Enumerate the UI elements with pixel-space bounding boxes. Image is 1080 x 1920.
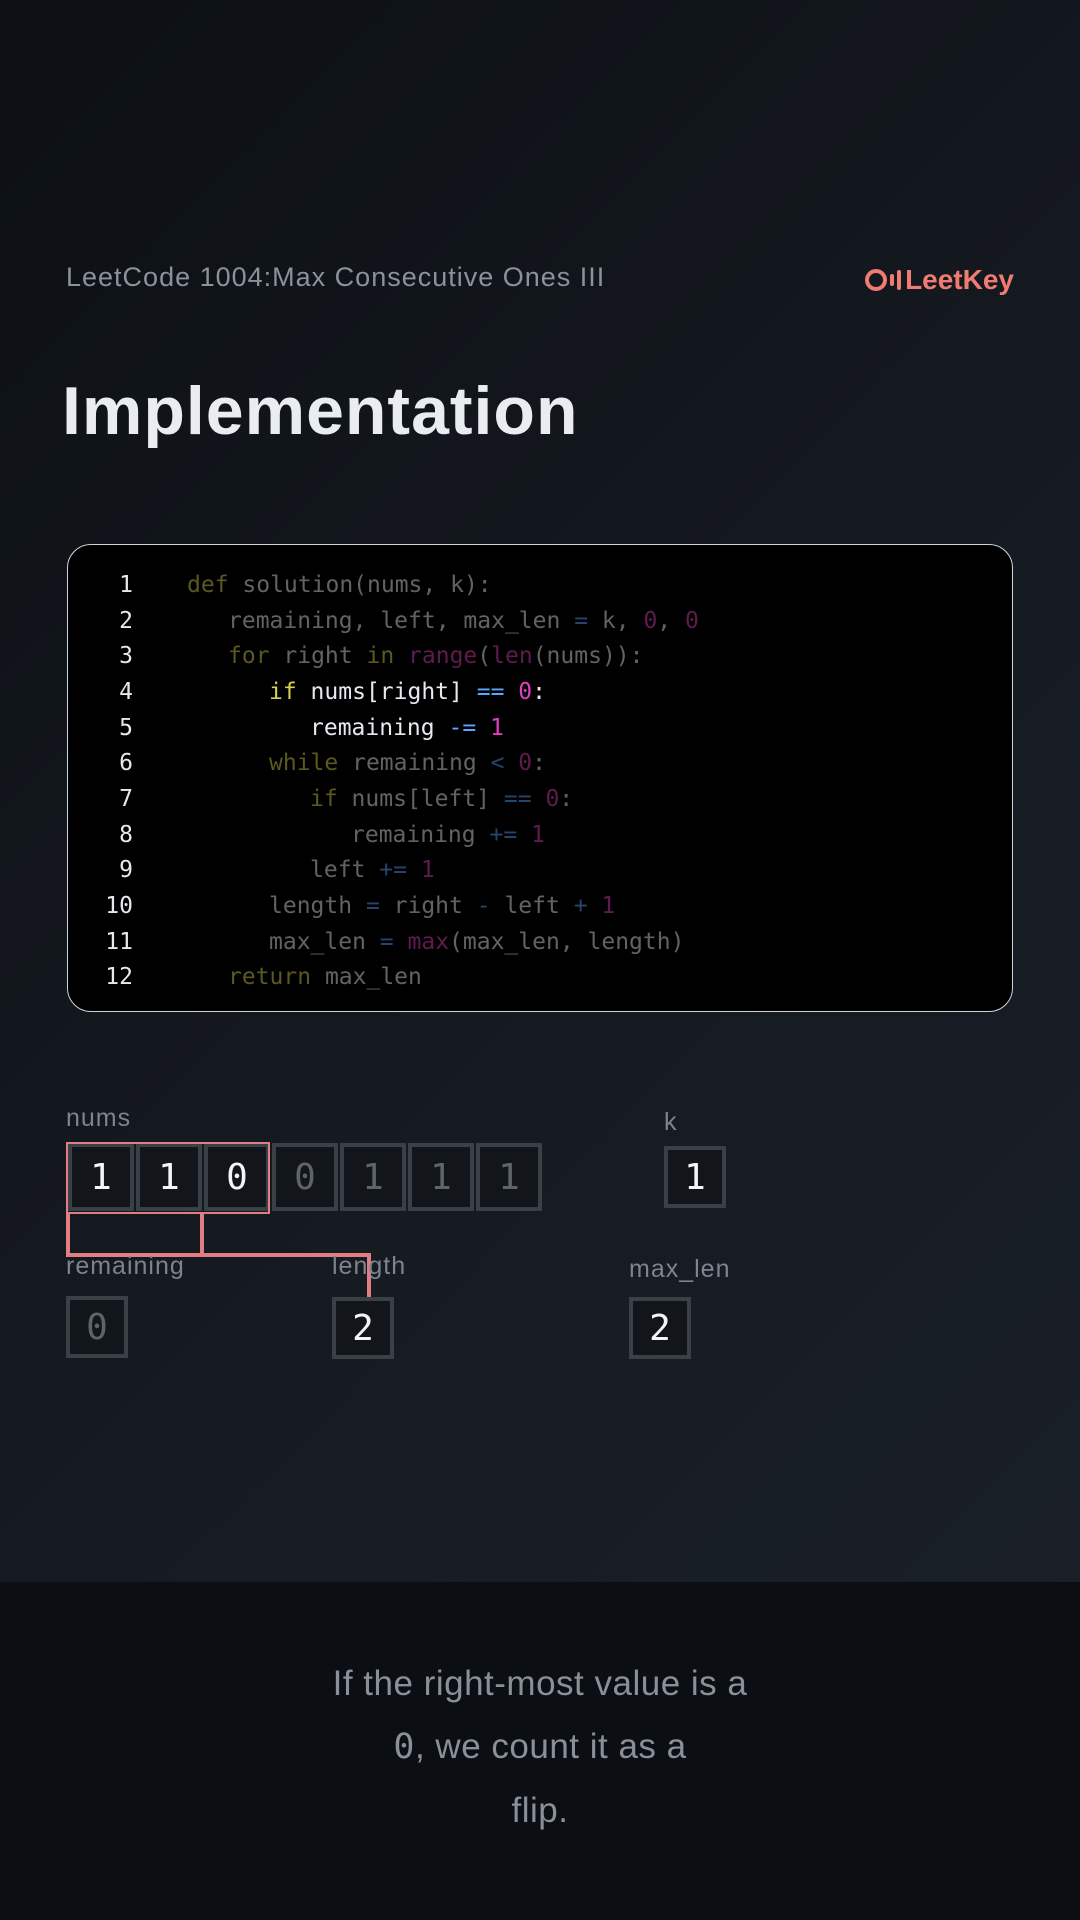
k-value: 1: [664, 1146, 726, 1208]
code-line: 3 for right in range(len(nums)):: [68, 638, 1012, 674]
code-text: left += 1: [310, 857, 435, 884]
code-line: 6 while remaining < 0:: [68, 745, 1012, 781]
code-text: if nums[right] == 0:: [269, 678, 546, 705]
line-number: 5: [119, 714, 133, 741]
caption-line-3: flip.: [511, 1791, 569, 1830]
caption-line-1: If the right-most value is a: [332, 1664, 748, 1703]
nums-cell: 1: [476, 1143, 542, 1211]
nums-cell: 1: [340, 1143, 406, 1211]
code-text: return max_len: [228, 964, 422, 991]
code-text: for right in range(len(nums)):: [228, 643, 644, 670]
line-number: 12: [105, 964, 133, 991]
code-line: 7 if nums[left] == 0:: [68, 781, 1012, 817]
line-number: 8: [119, 821, 133, 848]
line-number: 6: [119, 750, 133, 777]
code-panel: 1 def solution(nums, k): 2 remaining, left,…: [67, 544, 1013, 1012]
length-value: 2: [332, 1297, 394, 1359]
k-label: k: [664, 1108, 678, 1136]
length-label: length: [332, 1252, 407, 1280]
caption-line-2-rest: , we count it as a: [414, 1727, 687, 1766]
caption-text: If the right-most value is a 0, we count…: [290, 1652, 790, 1842]
code-line: 12 return max_len: [68, 960, 1012, 996]
line-number: 3: [119, 643, 133, 670]
max-len-label: max_len: [629, 1255, 731, 1283]
code-line: 5 remaining -= 1: [68, 710, 1012, 746]
code-text: remaining -= 1: [310, 714, 504, 741]
line-number: 9: [119, 857, 133, 884]
logo-text: LeetKey: [905, 264, 1014, 295]
line-number: 11: [105, 928, 133, 955]
code-text: max_len = max(max_len, length): [269, 928, 685, 955]
nums-cell: 1: [408, 1143, 474, 1211]
nums-label: nums: [66, 1104, 132, 1132]
code-text: if nums[left] == 0:: [310, 785, 574, 812]
code-text: length = right - left + 1: [269, 893, 616, 920]
page-title: Implementation: [62, 373, 579, 449]
window-bracket: [66, 1212, 204, 1257]
code-text: while remaining < 0:: [269, 750, 547, 777]
code-text: def solution(nums, k):: [187, 571, 492, 598]
code-line: 4 if nums[right] == 0:: [68, 674, 1012, 710]
code-text: remaining += 1: [351, 821, 545, 848]
caption-line-2: 0, we count it as a: [290, 1715, 790, 1779]
code-text: remaining, left, max_len = k, 0, 0: [228, 607, 699, 634]
code-line: 9 left += 1: [68, 853, 1012, 889]
code-line: 1 def solution(nums, k):: [68, 567, 1012, 603]
remaining-value: 0: [66, 1296, 128, 1358]
code-line: 8 remaining += 1: [68, 817, 1012, 853]
code-line: 11 max_len = max(max_len, length): [68, 924, 1012, 960]
code-line: 2 remaining, left, max_len = k, 0, 0: [68, 603, 1012, 639]
max-len-value: 2: [629, 1297, 691, 1359]
leetkey-logo: LeetKey: [865, 264, 1014, 296]
code-line: 10 length = right - left + 1: [68, 888, 1012, 924]
window-highlight: [66, 1142, 270, 1214]
remaining-label: remaining: [66, 1252, 185, 1280]
line-number: 1: [119, 571, 133, 598]
logo-icon: [865, 269, 902, 291]
line-number: 4: [119, 678, 133, 705]
nums-cell: 0: [272, 1143, 338, 1211]
line-number: 7: [119, 785, 133, 812]
line-number: 10: [105, 893, 133, 920]
caption-code-value: 0: [393, 1727, 415, 1767]
problem-title: LeetCode 1004:Max Consecutive Ones III: [66, 262, 606, 292]
line-number: 2: [119, 607, 133, 634]
